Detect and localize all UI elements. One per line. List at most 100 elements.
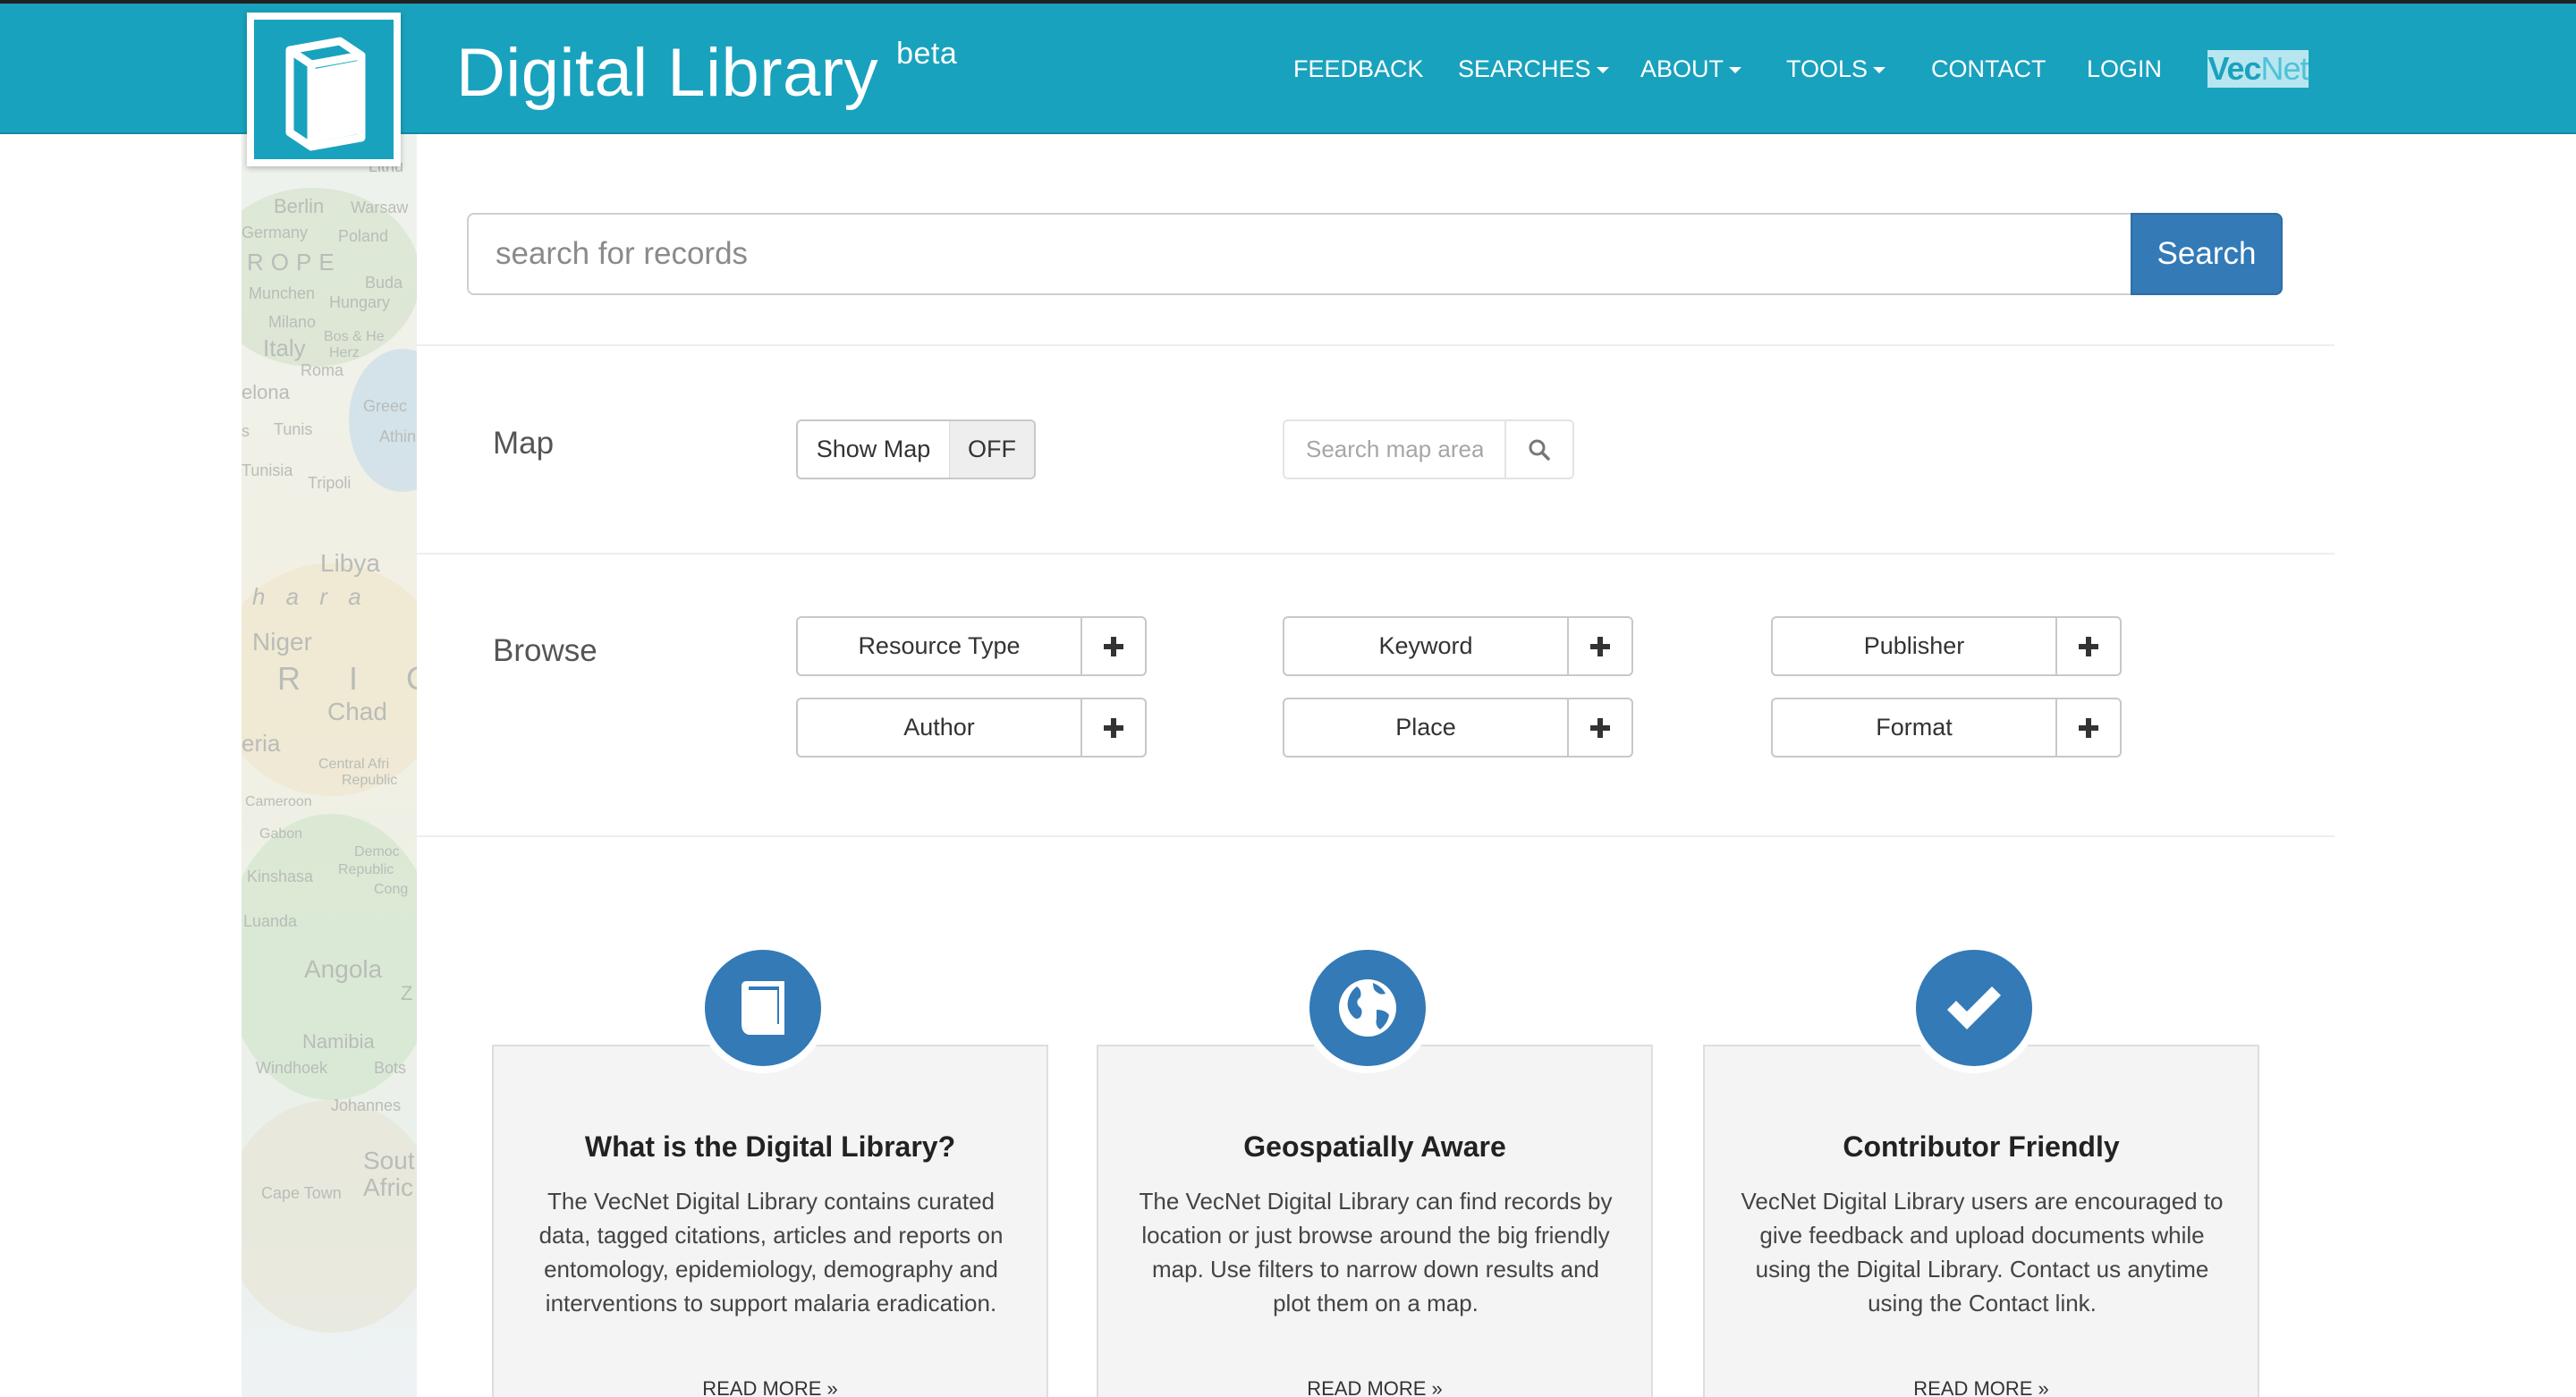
map-area-search (1283, 419, 1574, 479)
nav-searches-label[interactable]: SEARCHES (1458, 55, 1591, 82)
library-logo[interactable] (247, 13, 401, 166)
nav-searches[interactable]: SEARCHES (1458, 55, 1609, 83)
map-place-label: Hungary (329, 293, 391, 311)
feature-card-contributor: Contributor Friendly VecNet Digital Libr… (1703, 1045, 2259, 1397)
divider (417, 835, 2334, 837)
feature-icon-circle (1909, 943, 2039, 1073)
feature-card-title: Geospatially Aware (1243, 1130, 1506, 1163)
map-place-label: Warsaw (351, 199, 409, 216)
nav-contact-label[interactable]: CONTACT (1931, 55, 2046, 82)
vecnet-logo[interactable]: VecNet (2207, 50, 2309, 88)
map-place-label: Germany (242, 224, 309, 241)
map-place-label: Afric (363, 1173, 413, 1201)
map-place-label: R I C (277, 660, 417, 697)
feature-icon-circle (1302, 943, 1433, 1073)
facet-format-button[interactable]: Format (1773, 699, 2057, 756)
plus-icon (1104, 717, 1123, 738)
map-place-label: Luanda (243, 912, 298, 930)
caret-down-icon (1596, 67, 1609, 74)
map-search-button[interactable] (1506, 421, 1572, 478)
facet-keyword-expand[interactable] (1569, 618, 1631, 674)
show-map-label: Show Map (798, 421, 950, 478)
map-place-label: h a r a (252, 583, 369, 610)
nav-contact[interactable]: CONTACT (1931, 55, 2046, 83)
facet-place-expand[interactable] (1569, 699, 1631, 756)
nav-login[interactable]: LOGIN (2087, 55, 2162, 83)
nav-feedback-label[interactable]: FEEDBACK (1293, 55, 1424, 82)
facet-place: Place (1283, 698, 1633, 758)
map-place-label: Kinshasa (247, 868, 314, 885)
map-place-label: Chad (327, 698, 387, 725)
facet-author-button[interactable]: Author (798, 699, 1082, 756)
map-place-label: Herz (329, 345, 360, 360)
facet-format-expand[interactable] (2057, 699, 2120, 756)
facet-resource-type-expand[interactable] (1082, 618, 1145, 674)
plus-icon (1590, 717, 1610, 738)
map-place-label: Bos & He (324, 329, 385, 344)
map-place-label: Cape Town (261, 1184, 342, 1202)
map-place-label: Sout (363, 1147, 415, 1174)
nav-tools[interactable]: TOOLS (1786, 55, 1886, 83)
map-place-label: Angola (304, 955, 383, 983)
map-place-label: Tripoli (308, 474, 352, 492)
show-map-toggle[interactable]: Show Map OFF (796, 419, 1036, 479)
book-icon (741, 981, 784, 1035)
facet-publisher-button[interactable]: Publisher (1773, 618, 2057, 674)
map-place-label: Munchen (249, 284, 316, 302)
facet-place-button[interactable]: Place (1284, 699, 1569, 756)
map-place-label: Berlin (274, 195, 325, 217)
divider (417, 553, 2334, 555)
browse-section-label: Browse (493, 633, 597, 668)
map-place-label: Milano (268, 313, 317, 331)
map-place-label: Tunisia (242, 461, 293, 479)
map-place-label: Central Afri (318, 757, 390, 772)
nav-feedback[interactable]: FEEDBACK (1293, 55, 1424, 83)
feature-icon-circle (698, 943, 828, 1073)
map-place-label: Roma (301, 361, 344, 379)
caret-down-icon (1729, 67, 1742, 74)
facet-resource-type: Resource Type (796, 616, 1147, 676)
map-place-label: Namibia (302, 1030, 375, 1053)
feature-card-text: VecNet Digital Library users are encoura… (1741, 1188, 2224, 1317)
map-place-label: Cameroon (245, 794, 312, 809)
plus-icon (2079, 717, 2098, 738)
map-place-label: Windhoek (256, 1059, 328, 1077)
vecnet-logo-net: Net (2260, 50, 2309, 87)
search-button[interactable]: Search (2131, 213, 2283, 295)
map-place-label: Buda (365, 274, 403, 292)
nav-tools-label[interactable]: TOOLS (1786, 55, 1868, 82)
background-map: Lithu Berlin Warsaw Germany Poland ROPE … (242, 134, 417, 1397)
map-place-label: Tunis (274, 420, 313, 438)
facet-publisher: Publisher (1771, 616, 2122, 676)
read-more-link[interactable]: READ MORE » (1705, 1377, 2258, 1397)
search-icon (1529, 439, 1550, 461)
map-place-label: Athinai (379, 428, 417, 445)
map-place-label: Gabon (259, 826, 303, 842)
feature-card-text: The VecNet Digital Library can find reco… (1139, 1188, 1613, 1317)
map-area-search-input[interactable] (1284, 421, 1506, 478)
feature-card-title: Contributor Friendly (1843, 1130, 2120, 1163)
map-place-label: Republic (342, 773, 398, 788)
nav-about[interactable]: ABOUT (1640, 55, 1742, 83)
nav-about-label[interactable]: ABOUT (1640, 55, 1724, 82)
map-place-label: Democ (354, 844, 400, 859)
facet-author: Author (796, 698, 1147, 758)
facet-publisher-expand[interactable] (2057, 618, 2120, 674)
facet-author-expand[interactable] (1082, 699, 1145, 756)
facet-resource-type-button[interactable]: Resource Type (798, 618, 1082, 674)
read-more-link[interactable]: READ MORE » (1098, 1377, 1651, 1397)
map-toggle-off[interactable]: OFF (950, 421, 1034, 478)
feature-card-text: The VecNet Digital Library contains cura… (538, 1188, 1004, 1317)
facet-keyword-button[interactable]: Keyword (1284, 618, 1569, 674)
feature-card-geospatial: Geospatially Aware The VecNet Digital Li… (1097, 1045, 1653, 1397)
map-place-label: Libya (320, 549, 380, 577)
map-place-label: Republic (338, 862, 394, 877)
nav-login-label[interactable]: LOGIN (2087, 55, 2162, 82)
map-place-label: s (242, 422, 250, 440)
map-sea-shade (349, 349, 417, 492)
divider (417, 344, 2334, 346)
map-place-label: Poland (338, 227, 389, 245)
globe-icon (1339, 979, 1396, 1037)
read-more-link[interactable]: READ MORE » (494, 1377, 1046, 1397)
record-search-input[interactable] (467, 213, 2132, 295)
